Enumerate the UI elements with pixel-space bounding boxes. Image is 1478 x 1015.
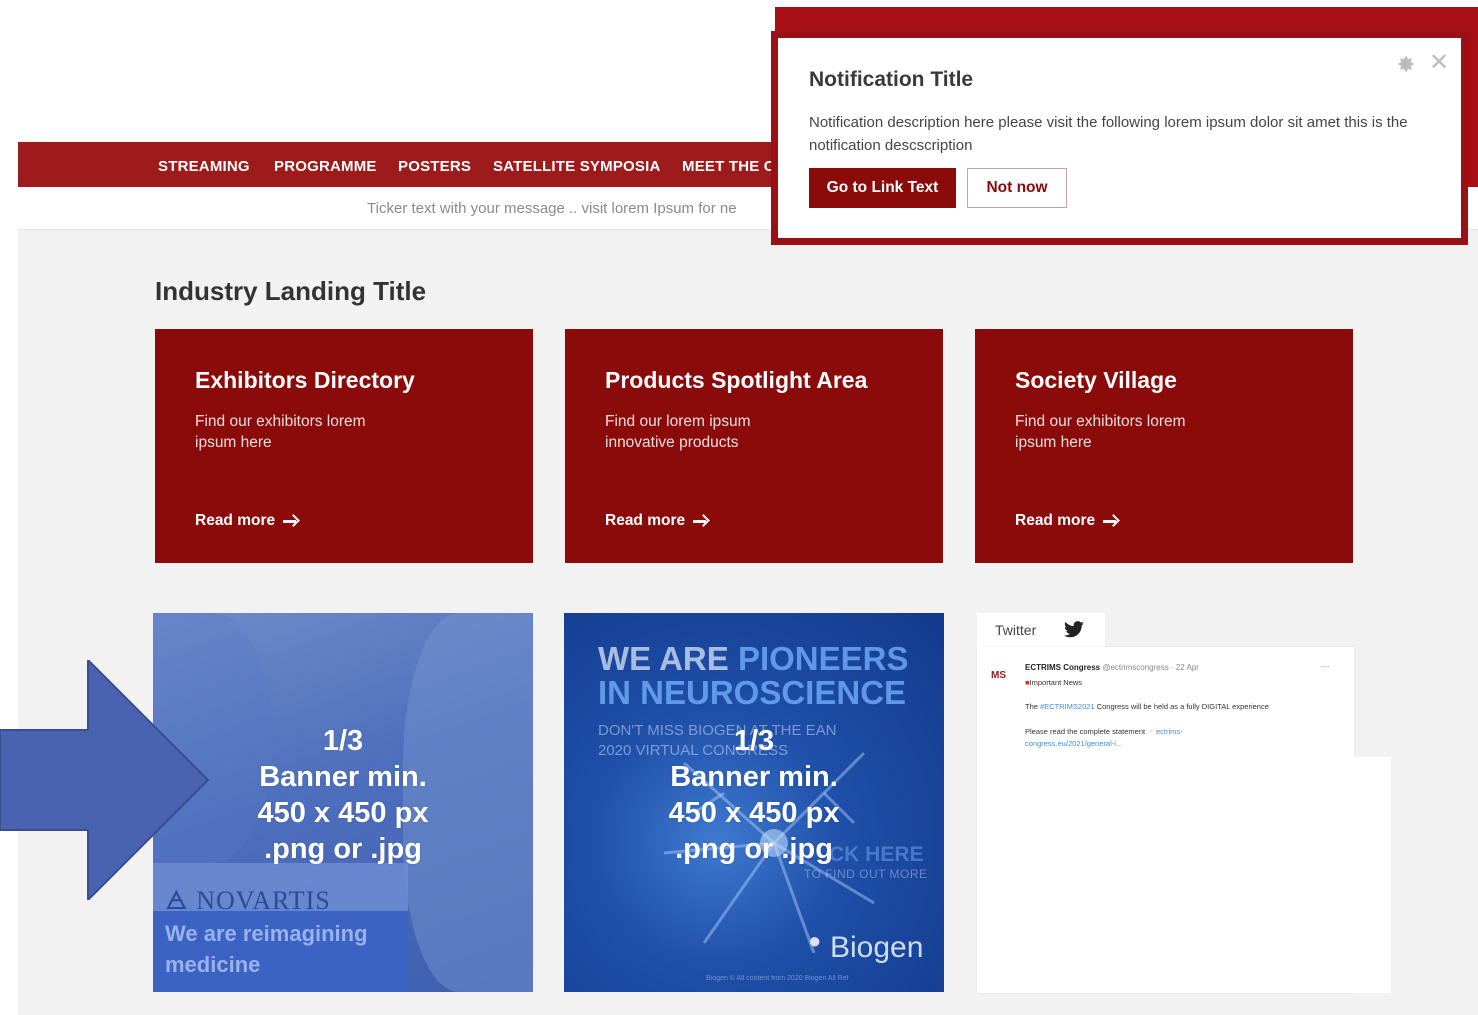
banner-tagline: We are reimagining medicine: [165, 921, 368, 977]
nav-item-programme[interactable]: PROGRAMME: [274, 158, 377, 175]
banner-placeholder-text: 1/3 Banner min. 450 x 450 px .png or .jp…: [564, 723, 944, 867]
twitter-label: Twitter: [995, 622, 1037, 638]
banner-counter: 1/3: [322, 725, 364, 757]
banner-placeholder-text: 1/3 Banner min. 450 x 450 px .png or .jp…: [153, 723, 533, 867]
tile-title: Products Spotlight Area: [605, 367, 868, 393]
go-to-link-button[interactable]: Go to Link Text: [809, 168, 956, 208]
tile-description: Find our exhibitors lorem ipsum here: [1015, 413, 1186, 451]
tweet-card[interactable]: [977, 647, 1354, 993]
read-more-link[interactable]: Read more: [195, 512, 299, 530]
arrow-right-icon: [693, 514, 709, 528]
tile-products-spotlight[interactable]: Products Spotlight Area Find our lorem i…: [565, 329, 943, 563]
read-more-link[interactable]: Read more: [605, 512, 709, 530]
arrow-right-icon: [1103, 514, 1119, 528]
nav-item-streaming[interactable]: STREAMING: [158, 158, 250, 175]
tweet-author[interactable]: ECTRIMS Congress @ectrimscongress · 22 A…: [1025, 663, 1199, 672]
tweet-avatar[interactable]: MS: [991, 670, 1006, 681]
close-icon[interactable]: ✕: [1428, 51, 1450, 75]
banner-headline-1: WE ARE PIONEERS: [598, 640, 909, 677]
notification-title: Notification Title: [809, 68, 974, 91]
biogen-logo-icon: ●: [808, 928, 822, 953]
read-more-link[interactable]: Read more: [1015, 512, 1119, 530]
tweet-link[interactable]: congress.eu/2021/general-i...: [1025, 739, 1122, 748]
tile-description: Find our lorem ipsum innovative products: [605, 413, 751, 451]
tile-title: Society Village: [1015, 367, 1177, 393]
banner-novartis[interactable]: 🜁 NOVARTIS We are reimagining medicine 1…: [153, 613, 533, 992]
banner-line: 450 x 450 px: [668, 797, 840, 829]
nav-item-meet-the[interactable]: MEET THE C: [682, 158, 775, 175]
banner-line: 450 x 450 px: [257, 797, 429, 829]
notification-description: Notification description here please vis…: [809, 114, 1408, 154]
twitter-bird-icon[interactable]: [1063, 621, 1085, 639]
tweet-card-extension: [1354, 757, 1391, 993]
tile-exhibitors-directory[interactable]: Exhibitors Directory Find our exhibitors…: [155, 329, 533, 563]
banner-biogen[interactable]: WE ARE PIONEERS IN NEUROSCIENCE DON'T MI…: [564, 613, 944, 992]
gear-icon[interactable]: [1396, 54, 1416, 74]
pointing-hand-icon: ☞: [1147, 727, 1154, 736]
read-more-label: Read more: [195, 512, 276, 529]
notification-popup: Notification Title Notification descript…: [771, 31, 1468, 245]
banner-fine-print: Biogen © All content from 2020 Biogen Al…: [706, 975, 849, 982]
nav-item-posters[interactable]: POSTERS: [398, 158, 471, 175]
ticker-text: Ticker text with your message .. visit l…: [367, 200, 737, 217]
read-more-label: Read more: [605, 512, 686, 529]
banner-line: .png or .jpg: [264, 833, 422, 865]
tweet-line: The #ECTRIMS2021 Congress will be held a…: [1025, 702, 1269, 711]
nav-item-satellite-symposia[interactable]: SATELLITE SYMPOSIA: [493, 158, 661, 175]
tweet-line: ■Important News: [1025, 678, 1083, 687]
not-now-button[interactable]: Not now: [967, 168, 1067, 208]
tweet-more-icon[interactable]: ···: [1320, 661, 1330, 672]
read-more-label: Read more: [1015, 512, 1096, 529]
banner-cta-sub: TO FIND OUT MORE: [804, 867, 928, 881]
pointer-arrow-icon: [0, 660, 210, 900]
tile-society-village[interactable]: Society Village Find our exhibitors lore…: [975, 329, 1353, 563]
page-title: Industry Landing Title: [155, 276, 427, 306]
banner-headline-2: IN NEUROSCIENCE: [598, 674, 907, 711]
arrow-right-icon: [283, 514, 299, 528]
tweet-line: Please read the complete statement ☞ ect…: [1025, 727, 1183, 736]
banner-counter: 1/3: [733, 725, 775, 757]
banner-line: Banner min.: [670, 761, 838, 793]
banner-line: Banner min.: [259, 761, 427, 793]
tile-title: Exhibitors Directory: [195, 367, 415, 393]
banner-line: .png or .jpg: [675, 833, 833, 865]
tile-description: Find our exhibitors lorem ipsum here: [195, 413, 366, 451]
biogen-logo: Biogen: [830, 931, 924, 964]
